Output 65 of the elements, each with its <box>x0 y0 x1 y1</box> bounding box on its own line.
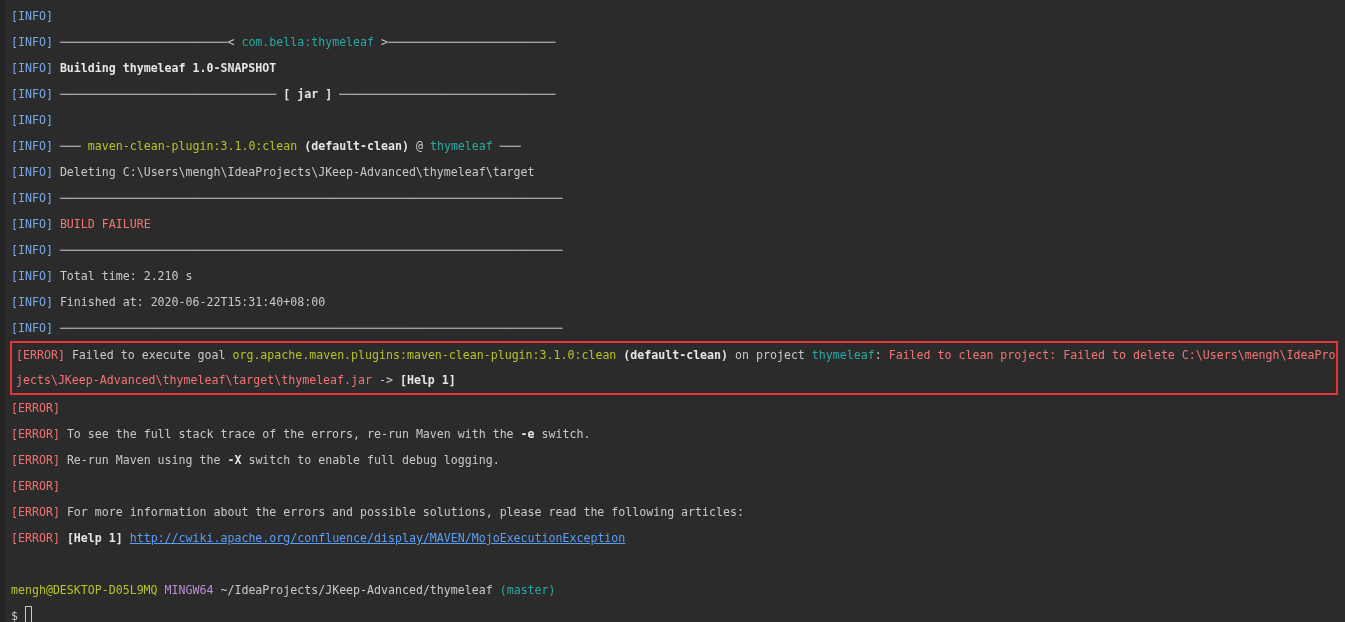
log-level-tag: [INFO] <box>11 289 53 315</box>
log-text: jects\JKeep-Advanced\thymeleaf\target\thymeleaf.jar <box>16 372 372 389</box>
separator-line: ──────────────────────────────────────────────────────────────────────── <box>59 190 563 207</box>
log-text: thymeleaf <box>429 138 493 155</box>
log-text: -> <box>379 372 393 389</box>
log-text: $ <box>11 608 18 622</box>
log-text: To see the full stack trace of the errors, re-run Maven with the <box>66 426 514 443</box>
log-text: Failed to clean project: Failed to delete C:\Users\mengh\IdeaPro <box>888 347 1336 364</box>
log-text: MINGW64 <box>164 582 214 599</box>
separator-line: ─── <box>499 138 521 155</box>
log-text: com.bella:thymeleaf <box>241 34 375 51</box>
log-text: Failed to execute goal <box>71 347 226 364</box>
log-level-tag: [ERROR] <box>16 343 65 368</box>
log-level-tag: [INFO] <box>11 263 53 289</box>
separator-line: ─── <box>59 138 81 155</box>
log-level-tag: [INFO] <box>11 107 53 133</box>
log-text: (default-clean) <box>623 347 729 364</box>
log-text: thymeleaf <box>811 347 875 364</box>
separator-line: ────────────────────────< <box>59 34 235 51</box>
log-level-tag: [ERROR] <box>11 499 60 525</box>
log-text: Re-run Maven using the <box>66 452 221 469</box>
separator-line: ──────────────────────────────────────────────────────────────────────── <box>59 320 563 337</box>
log-level-tag: [INFO] <box>11 3 53 29</box>
link[interactable]: http://cwiki.apache.org/confluence/display/MAVEN/MojoExecutionException <box>129 525 626 551</box>
log-level-tag: [INFO] <box>11 29 53 55</box>
log-text: maven-clean-plugin:3.1.0:clean <box>87 138 298 155</box>
log-level-tag: [ERROR] <box>11 395 60 421</box>
log-level-tag: [ERROR] <box>11 473 60 499</box>
log-text: (default-clean) <box>304 138 409 155</box>
log-level-tag: [INFO] <box>11 81 53 107</box>
log-text: Building thymeleaf 1.0-SNAPSHOT <box>59 60 277 77</box>
separator-line: ─────────────────────────────── <box>59 86 277 103</box>
log-text: [ jar ] <box>283 86 333 103</box>
log-text: switch. <box>541 426 591 443</box>
log-text: [Help 1] <box>66 530 123 547</box>
separator-line: ─────────────────────────────── <box>339 86 556 103</box>
separator-line: >──────────────────────── <box>381 34 556 51</box>
log-text: -e <box>520 426 535 443</box>
log-text: [Help 1] <box>399 372 456 389</box>
log-level-tag: [INFO] <box>11 185 53 211</box>
log-text: Deleting C:\Users\mengh\IdeaProjects\JKeep-Advanced\thymeleaf\target <box>59 164 535 181</box>
log-level-tag: [INFO] <box>11 237 53 263</box>
log-text: For more information about the errors and possible solutions, please read the following articles: <box>66 504 744 521</box>
log-text: Finished at: 2020-06-22T15:31:40+08:00 <box>59 294 326 311</box>
log-level-tag: [INFO] <box>11 133 53 159</box>
log-text: mengh@DESKTOP-D05L9MQ <box>11 582 158 599</box>
log-text: Total time: 2.210 s <box>59 268 193 285</box>
log-level-tag: [ERROR] <box>11 447 60 473</box>
log-text: org.apache.maven.plugins:maven-clean-plugin:3.1.0:clean <box>232 347 617 364</box>
log-level-tag: [INFO] <box>11 159 53 185</box>
log-text: switch to enable full debug logging. <box>248 452 500 469</box>
log-level-tag: [ERROR] <box>11 421 60 447</box>
log-text: @ <box>415 138 423 155</box>
log-level-tag: [INFO] <box>11 315 53 341</box>
log-text: : <box>874 347 882 364</box>
log-text: BUILD FAILURE <box>59 216 151 233</box>
log-level-tag: [ERROR] <box>11 525 60 551</box>
log-text: (master) <box>499 582 556 599</box>
log-text: on project <box>735 347 805 364</box>
log-level-tag: [INFO] <box>11 211 53 237</box>
log-text: ~/IdeaProjects/JKeep-Advanced/thymeleaf <box>220 582 493 599</box>
text-cursor <box>25 606 32 622</box>
separator-line: ──────────────────────────────────────────────────────────────────────── <box>59 242 563 259</box>
log-level-tag: [INFO] <box>11 55 53 81</box>
log-text: -X <box>227 452 242 469</box>
